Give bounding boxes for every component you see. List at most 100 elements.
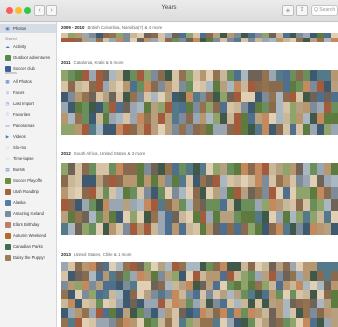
photo-thumbnail[interactable] [81, 113, 89, 125]
photo-thumbnail[interactable] [178, 187, 186, 199]
photo-thumbnail[interactable] [331, 308, 338, 318]
sidebar-item-photos[interactable]: ▣ Photos [0, 24, 56, 33]
photo-thumbnail[interactable] [109, 199, 117, 211]
photo-thumbnail[interactable] [296, 280, 304, 290]
photo-thumbnail[interactable] [310, 70, 318, 81]
photo-thumbnail[interactable] [247, 70, 255, 81]
photo-thumbnail[interactable] [247, 308, 255, 318]
photo-thumbnail[interactable] [247, 91, 255, 103]
photo-thumbnail[interactable] [254, 124, 262, 135]
photo-thumbnail[interactable] [61, 175, 68, 187]
photo-thumbnail[interactable] [61, 280, 68, 290]
sidebar-item-ella-s-birthday[interactable]: Ella's Birthday [0, 220, 56, 229]
photo-thumbnail[interactable] [144, 91, 152, 103]
photo-thumbnail[interactable] [151, 308, 158, 318]
photo-thumbnail[interactable] [192, 299, 200, 309]
photo-thumbnail[interactable] [247, 271, 255, 281]
photo-thumbnail[interactable] [324, 124, 332, 135]
photo-thumbnail[interactable] [275, 308, 283, 318]
photo-thumbnail[interactable] [116, 187, 124, 199]
photo-thumbnail[interactable] [206, 163, 214, 175]
photo-thumbnail[interactable] [116, 223, 124, 235]
photo-thumbnail[interactable] [317, 113, 325, 125]
photo-thumbnail[interactable] [151, 70, 158, 81]
photo-thumbnail[interactable] [247, 223, 255, 235]
photo-thumbnail[interactable] [74, 102, 82, 114]
photo-thumbnail[interactable] [109, 37, 117, 42]
photo-thumbnail[interactable] [151, 317, 158, 327]
photo-thumbnail[interactable] [164, 175, 172, 187]
photo-thumbnail[interactable] [247, 124, 255, 135]
photo-thumbnail[interactable] [289, 308, 297, 318]
photo-thumbnail[interactable] [317, 80, 325, 92]
photo-thumbnail[interactable] [61, 102, 68, 114]
photo-thumbnail[interactable] [137, 317, 145, 327]
photo-thumbnail[interactable] [178, 199, 186, 211]
photo-thumbnail[interactable] [116, 163, 124, 175]
photo-thumbnail[interactable] [310, 308, 318, 318]
photo-thumbnail[interactable] [102, 280, 110, 290]
photo-thumbnail[interactable] [171, 37, 179, 42]
photo-thumbnail[interactable] [324, 308, 332, 318]
photo-thumbnail[interactable] [234, 37, 242, 42]
photo-thumbnail[interactable] [88, 223, 96, 235]
photo-thumbnail[interactable] [268, 262, 276, 272]
photo-thumbnail[interactable] [61, 91, 68, 103]
photo-thumbnail[interactable] [74, 199, 82, 211]
photo-thumbnail[interactable] [213, 308, 221, 318]
photo-thumbnail[interactable] [275, 271, 283, 281]
photo-thumbnail[interactable] [130, 199, 138, 211]
photo-thumbnail[interactable] [199, 317, 207, 327]
photo-thumbnail[interactable] [289, 102, 297, 114]
photo-mosaic[interactable] [61, 262, 338, 327]
sidebar-item-utah-roadtrip[interactable]: Utah Roadtrip [0, 187, 56, 196]
photo-thumbnail[interactable] [102, 91, 110, 103]
photo-thumbnail[interactable] [151, 124, 158, 135]
photo-thumbnail[interactable] [317, 187, 325, 199]
photo-thumbnail[interactable] [137, 187, 145, 199]
photo-thumbnail[interactable] [275, 187, 283, 199]
photo-thumbnail[interactable] [206, 199, 214, 211]
photo-thumbnail[interactable] [254, 289, 262, 300]
photo-thumbnail[interactable] [164, 289, 172, 300]
photo-thumbnail[interactable] [67, 271, 75, 281]
photo-thumbnail[interactable] [95, 70, 103, 81]
photo-thumbnail[interactable] [234, 262, 242, 272]
photo-thumbnail[interactable] [261, 163, 269, 175]
year-section-title[interactable]: 2011 Catalonia, Kraki & 5 more [61, 60, 124, 65]
photo-thumbnail[interactable] [164, 124, 172, 135]
photo-thumbnail[interactable] [151, 262, 158, 272]
photo-thumbnail[interactable] [88, 289, 96, 300]
photo-thumbnail[interactable] [303, 163, 311, 175]
photo-thumbnail[interactable] [331, 91, 338, 103]
photo-thumbnail[interactable] [102, 37, 110, 42]
photo-thumbnail[interactable] [282, 289, 290, 300]
photo-thumbnail[interactable] [123, 223, 131, 235]
photo-thumbnail[interactable] [317, 262, 325, 272]
photo-thumbnail[interactable] [296, 299, 304, 309]
photo-thumbnail[interactable] [241, 175, 248, 187]
photo-thumbnail[interactable] [157, 91, 165, 103]
photo-thumbnail[interactable] [227, 70, 235, 81]
photo-thumbnail[interactable] [137, 289, 145, 300]
photo-thumbnail[interactable] [116, 308, 124, 318]
photo-thumbnail[interactable] [241, 113, 248, 125]
photo-thumbnail[interactable] [206, 37, 214, 42]
photo-thumbnail[interactable] [109, 223, 117, 235]
photo-thumbnail[interactable] [317, 223, 325, 235]
photo-thumbnail[interactable] [109, 262, 117, 272]
photo-thumbnail[interactable] [206, 175, 214, 187]
photo-thumbnail[interactable] [88, 299, 96, 309]
photo-thumbnail[interactable] [74, 175, 82, 187]
photo-thumbnail[interactable] [199, 80, 207, 92]
photo-thumbnail[interactable] [67, 70, 75, 81]
photo-thumbnail[interactable] [331, 289, 338, 300]
photo-thumbnail[interactable] [268, 271, 276, 281]
photo-thumbnail[interactable] [130, 37, 138, 42]
photo-thumbnail[interactable] [95, 91, 103, 103]
photo-thumbnail[interactable] [206, 211, 214, 223]
photo-thumbnail[interactable] [206, 70, 214, 81]
photo-thumbnail[interactable] [317, 199, 325, 211]
photo-thumbnail[interactable] [130, 124, 138, 135]
photo-thumbnail[interactable] [254, 211, 262, 223]
